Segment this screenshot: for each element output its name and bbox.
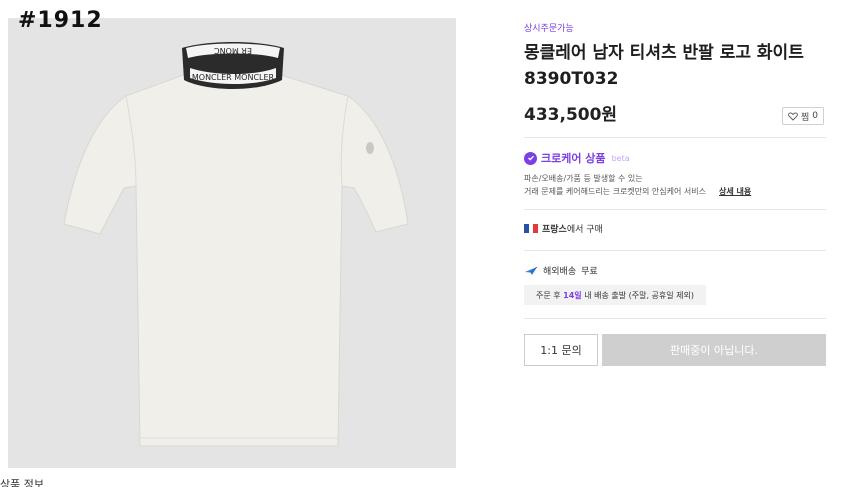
crocare-desc-line1: 파손/오배송/가품 등 발생할 수 있는 bbox=[524, 174, 643, 183]
crocare-detail-link[interactable]: 상세 내용 bbox=[719, 185, 751, 198]
airplane-icon bbox=[525, 266, 538, 275]
origin-suffix: 에서 구매 bbox=[566, 225, 603, 235]
crocare-check-icon bbox=[524, 151, 537, 165]
divider bbox=[524, 250, 826, 251]
shipping-label: 해외배송 bbox=[543, 267, 577, 277]
shipping-note: 주문 후 14일 내 배송 출발 (주말, 공휴일 제외) bbox=[524, 285, 706, 305]
inquiry-button[interactable]: 1:1 문의 bbox=[524, 334, 598, 366]
crocare-desc-line2: 거래 문제를 케어해드리는 크로켓만의 안심케어 서비스 bbox=[524, 187, 706, 196]
product-image: ER MONC MONCLER MONCLER bbox=[8, 18, 456, 468]
wishlist-button[interactable]: 찜 0 bbox=[782, 107, 824, 125]
wishlist-count: 0 bbox=[812, 111, 818, 121]
france-flag-icon bbox=[524, 224, 539, 233]
section-heading-cut: 상품 정보 bbox=[0, 479, 44, 487]
divider bbox=[524, 209, 826, 210]
shipping-fee: 무료 bbox=[581, 267, 598, 277]
shipping-note-prefix: 주문 후 bbox=[535, 290, 561, 300]
tshirt-illustration: ER MONC MONCLER MONCLER bbox=[63, 42, 409, 447]
availability-badge: 상시주문가능 bbox=[524, 24, 574, 34]
collar-text-front: MONCLER MONCLER bbox=[192, 73, 275, 82]
shipping-note-suffix: 내 배송 출발 (주말, 공휴일 제외) bbox=[584, 290, 695, 300]
product-title: 몽클레어 남자 티셔츠 반팔 로고 화이트 8390T032 bbox=[524, 43, 804, 89]
collar-text-top: ER MONC bbox=[214, 46, 252, 55]
origin-country: 프랑스 bbox=[542, 225, 567, 235]
image-id-tag: #1912 bbox=[18, 8, 103, 33]
crocare-header: 크로케어 상품 beta bbox=[524, 150, 630, 166]
buy-button-disabled[interactable]: 판매중이 아닙니다. bbox=[602, 334, 826, 366]
heart-icon bbox=[788, 111, 798, 121]
shipping-days: 14일 bbox=[563, 290, 582, 300]
divider bbox=[524, 137, 826, 138]
wishlist-label: 찜 bbox=[800, 112, 810, 123]
purchase-origin: 프랑스에서 구매 bbox=[524, 222, 603, 235]
shipping-info: 해외배송 무료 bbox=[524, 264, 598, 277]
crocare-description: 파손/오배송/가품 등 발생할 수 있는 거래 문제를 케어해드리는 크로켓만의… bbox=[524, 172, 706, 198]
product-price: 433,500원 bbox=[524, 105, 618, 125]
divider bbox=[524, 318, 826, 319]
crocare-title: 크로케어 상품 bbox=[541, 152, 606, 165]
crocare-beta: beta bbox=[611, 153, 630, 163]
